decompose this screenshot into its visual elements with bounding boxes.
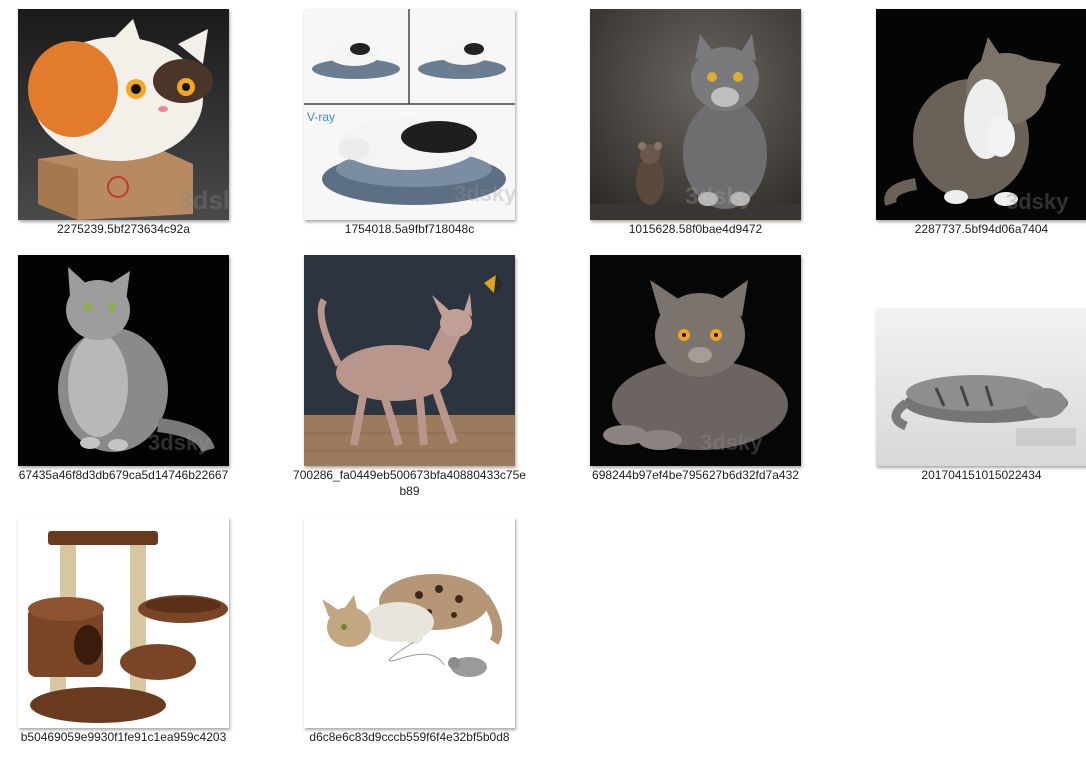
file-item[interactable]: V-ray 3dsky 1754018.5a9fbf718048c [293,0,533,250]
file-item[interactable]: 3dsky 2287737.5bf94d06a7404 [865,0,1086,250]
file-item[interactable]: 3dsky 2275239.5bf273634c92a [7,0,247,250]
file-item[interactable]: b50469059e9930f1fe91c1ea959c4203 [7,508,247,758]
file-name-label: b50469059e9930f1fe91c1ea959c4203 [20,730,227,744]
file-name-label: 698244b97ef4be795627b6d32fd7a432 [592,468,799,482]
svg-text:3dsky: 3dsky [454,181,515,206]
file-item[interactable]: 3dsky 1015628.58f0bae4d9472 [579,0,819,250]
file-name-label: 700286_fa0449eb500673bfa40880433c75eb89 [293,468,526,498]
file-item[interactable]: d6c8e6c83d9cccb559f6f4e32bf5b0d8 [293,508,533,758]
file-item[interactable]: 700286_fa0449eb500673bfa40880433c75eb89 [293,246,533,508]
tabby-cat-licking-paw-icon[interactable]: 3dsky [876,9,1086,220]
file-name-label: d6c8e6c83d9cccb559f6f4e32bf5b0d8 [309,730,510,744]
svg-text:3dsky: 3dsky [700,430,763,455]
sphynx-cat-with-butterfly-icon[interactable] [304,255,515,466]
bengal-cat-with-toy-mouse-icon[interactable] [304,517,515,728]
longhair-cat-lying-icon[interactable]: 3dsky [590,255,801,466]
calico-cat-in-box-icon[interactable]: 3dsky [18,9,229,220]
file-name-label: 2287737.5bf94d06a7404 [914,222,1049,236]
cat-tree-icon[interactable] [18,517,229,728]
svg-text:3dsky: 3dsky [1006,189,1069,214]
file-name-label: 1015628.58f0bae4d9472 [628,222,763,236]
fluffy-grey-cat-sitting-icon[interactable]: 3dsky [18,255,229,466]
file-name-label: 2275239.5bf273634c92a [57,222,190,236]
svg-text:V-ray: V-ray [307,110,335,124]
file-name-label: 1754018.5a9fbf718048c [344,222,475,236]
sleeping-cat-on-cushion-icon[interactable]: V-ray 3dsky [304,9,515,220]
svg-text:3dsky: 3dsky [685,183,754,210]
file-grid: 3dsky 2275239.5bf273634c92a V-ray [0,0,1086,759]
svg-text:3dsky: 3dsky [178,185,229,215]
svg-text:3dsky: 3dsky [148,430,211,455]
file-item[interactable]: 3dsky 67435a46f8d3db679ca5d14746b22667 [7,246,247,508]
file-name-label: 67435a46f8d3db679ca5d14746b22667 [18,468,229,482]
file-name-label: 201704151015022434 [921,468,1042,482]
file-item[interactable]: 3dsky 698244b97ef4be795627b6d32fd7a432 [579,246,819,508]
grey-cat-with-mouse-icon[interactable]: 3dsky [590,9,801,220]
tabby-cat-sleeping-icon[interactable] [876,308,1086,466]
file-item[interactable]: 201704151015022434 [865,246,1086,508]
